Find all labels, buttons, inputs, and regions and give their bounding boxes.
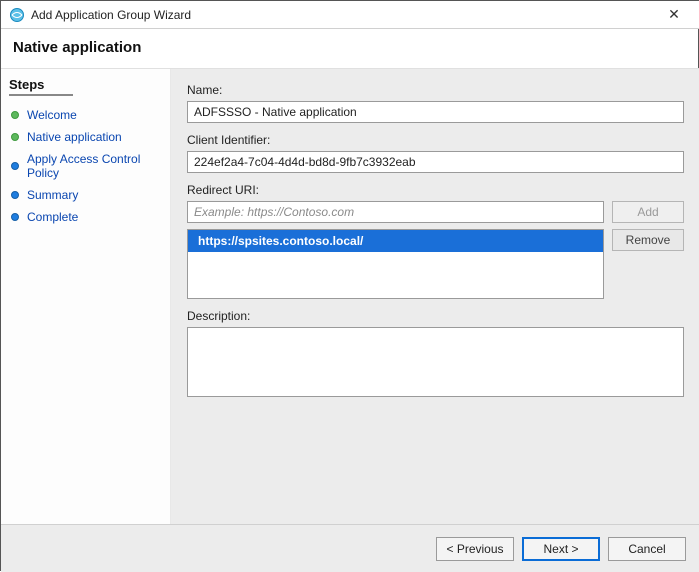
app-icon xyxy=(9,7,25,23)
step-summary[interactable]: Summary xyxy=(9,184,164,206)
step-label: Welcome xyxy=(27,108,77,122)
titlebar: Add Application Group Wizard ✕ xyxy=(1,1,699,29)
close-button[interactable]: ✕ xyxy=(654,1,694,29)
previous-button[interactable]: < Previous xyxy=(436,537,514,561)
client-id-input[interactable] xyxy=(187,151,684,173)
redirect-uri-label: Redirect URI: xyxy=(187,183,684,197)
redirect-uri-item[interactable]: https://spsites.contoso.local/ xyxy=(188,230,603,252)
name-input[interactable] xyxy=(187,101,684,123)
wizard-footer: < Previous Next > Cancel xyxy=(1,524,699,572)
name-label: Name: xyxy=(187,83,684,97)
step-label: Native application xyxy=(27,130,122,144)
step-native-application[interactable]: Native application xyxy=(9,126,164,148)
remove-button[interactable]: Remove xyxy=(612,229,684,251)
cancel-button[interactable]: Cancel xyxy=(608,537,686,561)
step-bullet-icon xyxy=(11,162,19,170)
wizard-header: Native application xyxy=(1,29,699,69)
description-input[interactable] xyxy=(187,327,684,397)
window-title: Add Application Group Wizard xyxy=(31,8,654,22)
step-bullet-icon xyxy=(11,133,19,141)
step-label: Complete xyxy=(27,210,78,224)
step-label: Summary xyxy=(27,188,78,202)
step-bullet-icon xyxy=(11,213,19,221)
step-bullet-icon xyxy=(11,191,19,199)
client-id-label: Client Identifier: xyxy=(187,133,684,147)
step-welcome[interactable]: Welcome xyxy=(9,104,164,126)
step-apply-access-control[interactable]: Apply Access Control Policy xyxy=(9,148,164,184)
steps-sidebar: Steps Welcome Native application Apply A… xyxy=(1,69,171,524)
add-button[interactable]: Add xyxy=(612,201,684,223)
step-bullet-icon xyxy=(11,111,19,119)
page-title: Native application xyxy=(13,39,688,56)
description-label: Description: xyxy=(187,309,684,323)
close-icon: ✕ xyxy=(668,6,680,23)
step-complete[interactable]: Complete xyxy=(9,206,164,228)
next-button[interactable]: Next > xyxy=(522,537,600,561)
form-panel: Name: Client Identifier: Redirect URI: A… xyxy=(171,69,699,524)
step-label: Apply Access Control Policy xyxy=(27,152,162,180)
redirect-uri-list[interactable]: https://spsites.contoso.local/ xyxy=(187,229,604,299)
steps-underline xyxy=(9,94,73,96)
redirect-uri-input[interactable] xyxy=(187,201,604,223)
steps-heading: Steps xyxy=(9,77,164,92)
